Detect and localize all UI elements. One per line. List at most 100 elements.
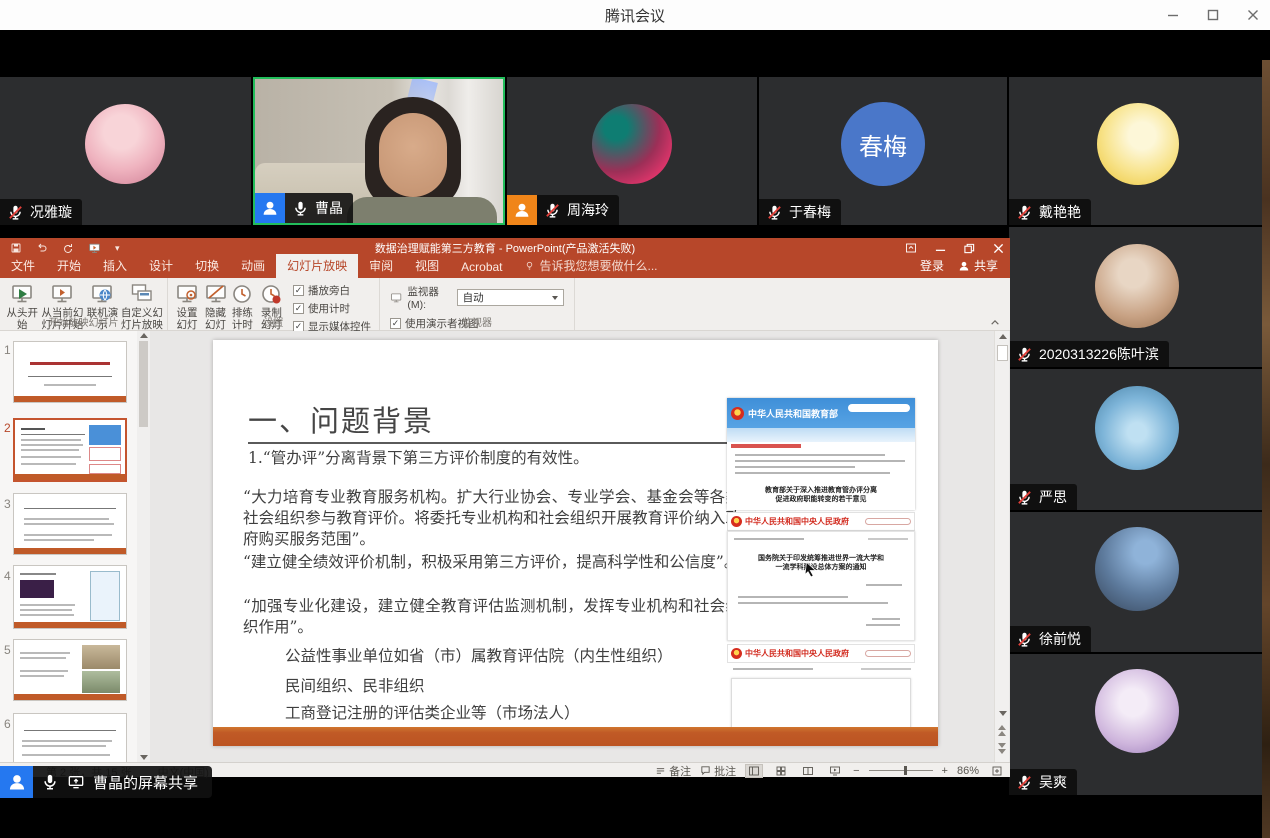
scrollbar-thumb[interactable] <box>997 345 1008 361</box>
thumb-number: 1 <box>4 343 11 357</box>
rehearse-timings-button[interactable]: 排练计时 <box>229 280 256 318</box>
search-box <box>865 650 911 657</box>
close-button[interactable] <box>1246 8 1260 22</box>
mic-muted-icon <box>1016 489 1033 506</box>
share-banner-label: 曹晶的屏幕共享 <box>93 772 198 793</box>
comment-icon <box>700 765 711 776</box>
setup-slideshow-button[interactable]: 设置幻灯片放映 <box>172 280 202 318</box>
participant-name: 吴爽 <box>1039 772 1067 792</box>
custom-slideshow-icon <box>130 282 154 306</box>
fit-to-window-button[interactable] <box>988 764 1006 778</box>
tab-home[interactable]: 开始 <box>46 254 92 278</box>
scroll-down-icon[interactable] <box>998 711 1007 716</box>
ribbon-group-monitors: 监视器(M): 自动 使用演示者视图 监视器 <box>380 278 575 330</box>
maximize-button[interactable] <box>1206 8 1220 22</box>
thumbnail-scrollbar[interactable] <box>137 331 150 762</box>
ppt-minimize-icon[interactable] <box>935 243 946 254</box>
ppt-restore-icon[interactable] <box>964 243 975 254</box>
slide-thumbnail-5[interactable] <box>13 639 127 701</box>
hide-slide-button[interactable]: 隐藏幻灯片 <box>202 280 229 318</box>
mic-muted-icon <box>1016 204 1033 221</box>
tab-slideshow-active[interactable]: 幻灯片放映 <box>276 254 358 278</box>
minimize-button[interactable] <box>1166 8 1180 22</box>
moe-header-title: 中华人民共和国教育部 <box>748 407 838 420</box>
record-slideshow-button[interactable]: 录制幻灯片演示 <box>256 280 287 318</box>
scroll-down-icon[interactable] <box>139 755 148 760</box>
video-tile-yuchunmei[interactable]: 春梅 于春梅 <box>759 77 1007 225</box>
slide-paragraph: “加强专业化建设，建立健全教育评估监测机制，发挥专业机构和社会组织作用”。 <box>243 596 741 638</box>
present-online-icon <box>90 282 114 306</box>
rehearse-timings-icon <box>230 282 254 306</box>
screen-share-banner[interactable]: 曹晶的屏幕共享 <box>0 766 212 798</box>
present-online-button[interactable]: 联机演示 <box>84 280 120 318</box>
video-tile-chenyebin[interactable]: 2020313226陈叶滨 <box>1009 227 1262 367</box>
ppt-editing-area: 1 2 <box>0 331 1010 762</box>
zoom-level[interactable]: 86% <box>957 765 979 777</box>
thumb-number: 6 <box>4 717 11 731</box>
moe-website-screenshot: 中华人民共和国教育部 教育部关于深入推进教育管办评分离 促进政府职能转变的若干意… <box>727 398 915 510</box>
video-tile-yansi[interactable]: 严思 <box>1009 369 1262 510</box>
lightbulb-icon <box>524 260 535 271</box>
zoom-in-button[interactable]: + <box>942 765 948 777</box>
slideshow-view-button[interactable] <box>826 764 844 778</box>
slide-area-scrollbar[interactable] <box>994 331 1009 762</box>
from-current-slide-button[interactable]: 从当前幻灯片开始 <box>40 280 84 318</box>
video-tile-caojing-speaking[interactable]: 曹晶 <box>253 77 505 225</box>
mic-muted-icon <box>544 202 561 219</box>
tab-design[interactable]: 设计 <box>138 254 184 278</box>
tab-review[interactable]: 审阅 <box>358 254 404 278</box>
gov-website-header: 中华人民共和国中央人民政府 <box>727 512 915 531</box>
scroll-up-icon[interactable] <box>998 334 1007 339</box>
video-tile-wushuang[interactable]: 吴爽 <box>1009 654 1262 795</box>
from-beginning-button[interactable]: 从头开始 <box>4 280 40 318</box>
previous-slide-icon[interactable] <box>998 725 1007 736</box>
ribbon-display-options-icon[interactable] <box>905 242 917 254</box>
tab-transitions[interactable]: 切换 <box>184 254 230 278</box>
scroll-up-icon[interactable] <box>139 333 148 338</box>
zoom-slider-thumb[interactable] <box>904 766 907 775</box>
ppt-close-icon[interactable] <box>993 243 1004 254</box>
tell-me-box[interactable]: 告诉我您想要做什么... <box>514 254 668 278</box>
video-tile-daiyanyan[interactable]: 戴艳艳 <box>1009 77 1262 225</box>
video-tile-kuangyaxuan[interactable]: 况雅璇 <box>0 77 251 225</box>
normal-view-button[interactable] <box>745 764 763 778</box>
scrollbar-thumb[interactable] <box>139 341 148 427</box>
mic-on-icon <box>41 773 59 791</box>
slide-paragraph: 1.“管办评”分离背景下第三方评价制度的有效性。 <box>248 448 740 469</box>
play-narrations-checkbox[interactable]: 播放旁白 <box>293 283 371 298</box>
participant-name: 徐前悦 <box>1039 629 1081 649</box>
video-tile-xuqianyue[interactable]: 徐前悦 <box>1009 512 1262 652</box>
tab-insert[interactable]: 插入 <box>92 254 138 278</box>
avatar-initials: 春梅 <box>841 102 925 186</box>
next-slide-icon[interactable] <box>998 743 1007 754</box>
thumb-number: 5 <box>4 643 11 657</box>
slide-sorter-view-button[interactable] <box>772 764 790 778</box>
sign-in-link[interactable]: 登录 <box>920 257 944 274</box>
tab-view[interactable]: 视图 <box>404 254 450 278</box>
share-button[interactable]: 共享 <box>958 257 998 274</box>
monitor-select[interactable]: 自动 <box>457 289 564 306</box>
ribbon-group-setup: 设置幻灯片放映 隐藏幻灯片 排练计时 录制幻灯片演示 播放旁白 使用 <box>168 278 380 330</box>
tab-animations[interactable]: 动画 <box>230 254 276 278</box>
collapse-ribbon-icon[interactable] <box>990 319 1000 326</box>
mic-muted-icon <box>1016 774 1033 791</box>
video-tile-zhouhailing[interactable]: 周海玲 <box>507 77 757 225</box>
participant-name: 严思 <box>1039 487 1067 507</box>
comments-toggle[interactable]: 批注 <box>700 763 736 779</box>
reading-view-button[interactable] <box>799 764 817 778</box>
slide-thumbnail-4[interactable] <box>13 565 127 629</box>
custom-slideshow-button[interactable]: 自定义幻灯片放映 <box>121 280 163 318</box>
zoom-out-button[interactable]: − <box>853 765 859 777</box>
slide-thumbnail-6[interactable] <box>13 713 127 762</box>
tab-file[interactable]: 文件 <box>0 254 46 278</box>
slide-paragraph: 民间组织、民非组织 <box>285 676 725 697</box>
slide-thumbnail-pane[interactable]: 1 2 <box>0 331 150 762</box>
notes-toggle[interactable]: 备注 <box>655 763 691 779</box>
slide-thumbnail-1[interactable] <box>13 341 127 403</box>
gov-header-title: 中华人民共和国中央人民政府 <box>745 516 849 527</box>
tab-acrobat[interactable]: Acrobat <box>450 257 513 278</box>
slide-canvas[interactable]: 一、问题背景 1.“管办评”分离背景下第三方评价制度的有效性。 “大力培育专业教… <box>213 340 938 746</box>
zoom-slider[interactable] <box>869 770 933 771</box>
slide-thumbnail-2-selected[interactable] <box>13 418 127 482</box>
slide-thumbnail-3[interactable] <box>13 493 127 555</box>
